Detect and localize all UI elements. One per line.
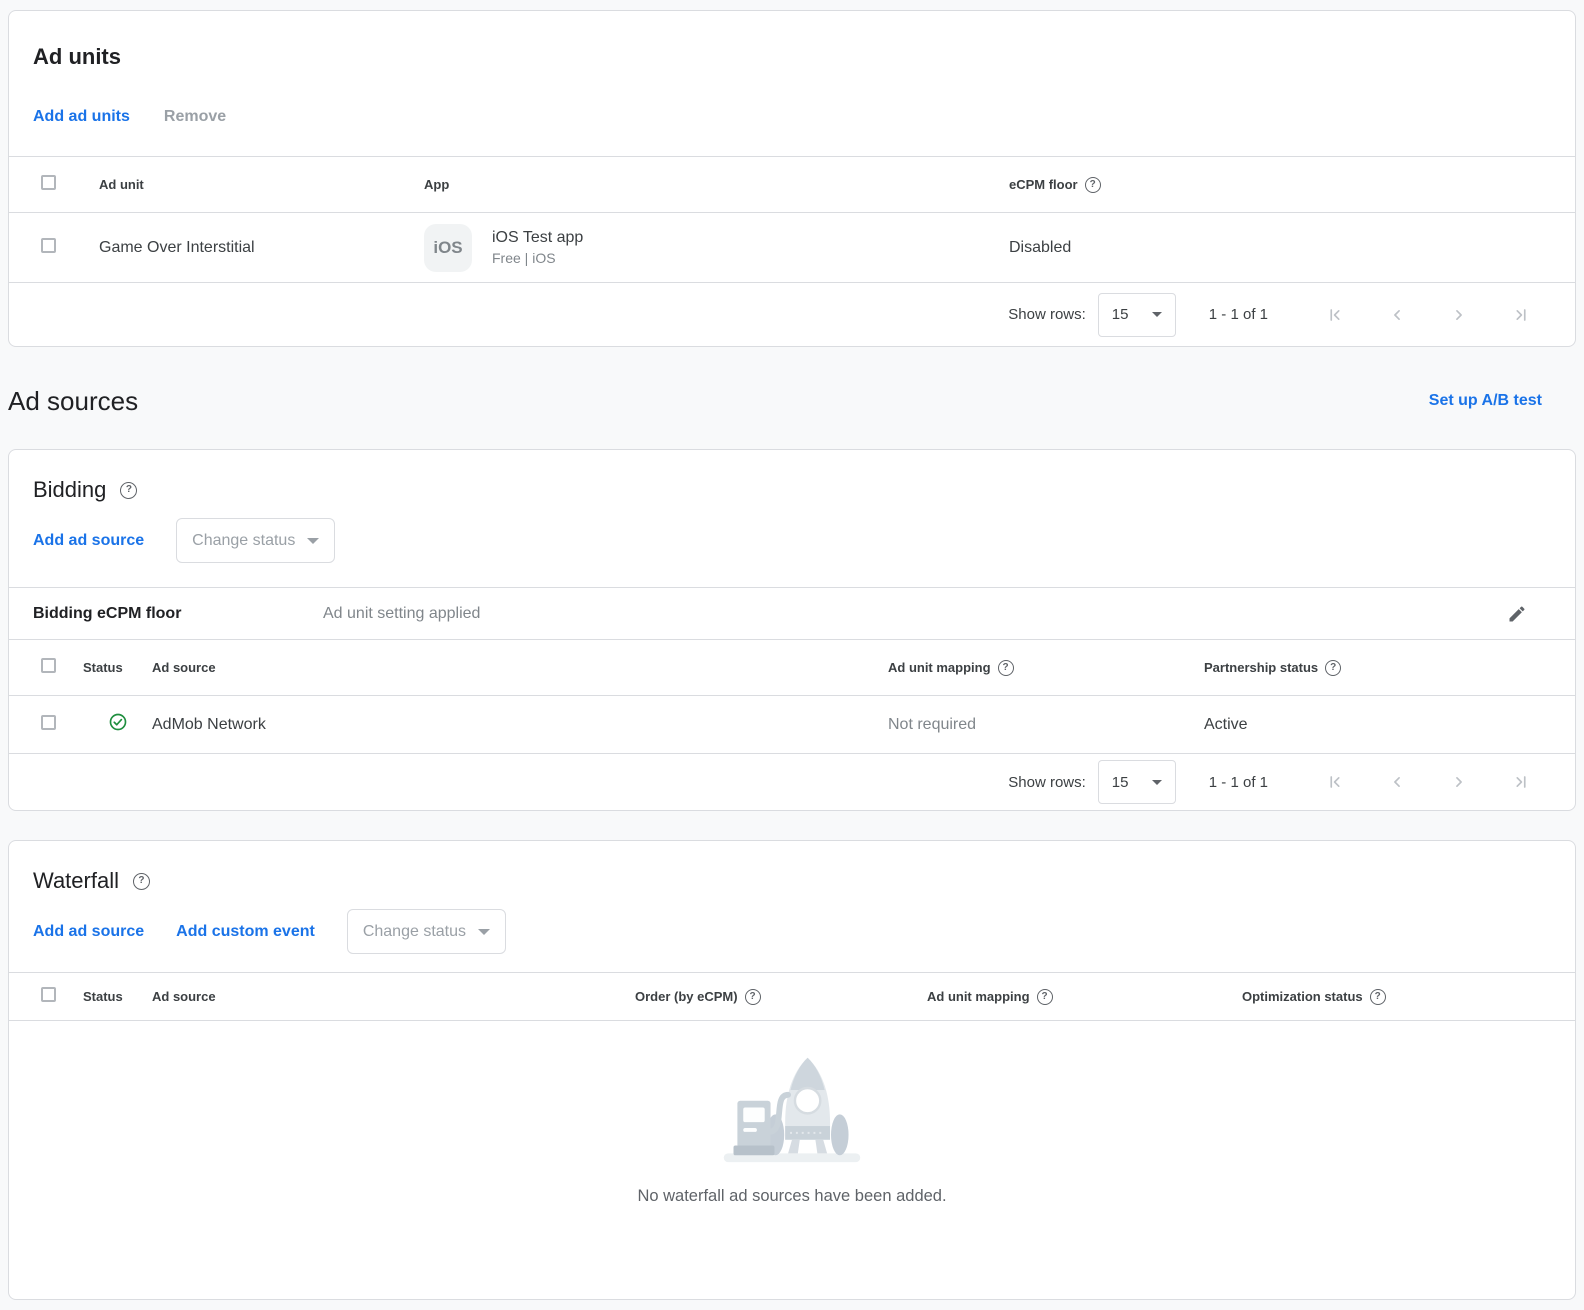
chevron-down-icon: [307, 538, 319, 544]
remove-button[interactable]: Remove: [164, 106, 226, 128]
partnership-status-value: Active: [1204, 716, 1551, 734]
ad-unit-mapping-column-header: Ad unit mapping: [927, 989, 1030, 1004]
waterfall-title-row: Waterfall ?: [9, 841, 1575, 895]
partnership-status-column-header: Partnership status: [1204, 660, 1318, 675]
last-page-button[interactable]: [1511, 305, 1531, 325]
prev-page-button[interactable]: [1387, 305, 1407, 325]
order-column-header: Order (by eCPM): [635, 989, 738, 1004]
help-icon[interactable]: ?: [133, 873, 150, 890]
ad-units-table-header: Ad unit App eCPM floor ?: [9, 156, 1575, 212]
ad-source-column-header: Ad source: [152, 989, 635, 1004]
ecpm-floor-value: Disabled: [1009, 239, 1551, 257]
status-column-header: Status: [83, 660, 152, 675]
select-all-checkbox[interactable]: [41, 658, 56, 673]
ad-unit-name: Game Over Interstitial: [99, 239, 424, 257]
ad-units-title: Ad units: [9, 11, 1575, 70]
chevron-down-icon: [1152, 312, 1162, 317]
row-checkbox[interactable]: [41, 715, 56, 730]
add-bidding-ad-source-button[interactable]: Add ad source: [33, 532, 144, 550]
rocket-fuel-pump-illustration: [714, 1050, 870, 1167]
ad-unit-column-header: Ad unit: [99, 177, 424, 192]
bidding-ecpm-floor-value: Ad unit setting applied: [323, 605, 1507, 623]
add-custom-event-button[interactable]: Add custom event: [176, 923, 315, 941]
help-icon[interactable]: ?: [1085, 177, 1101, 193]
first-page-button[interactable]: [1325, 772, 1345, 792]
ad-unit-mapping-column-header: Ad unit mapping: [888, 660, 991, 675]
bidding-card: Bidding ? Add ad source Change status Bi…: [8, 449, 1576, 811]
status-active-icon: [108, 712, 128, 737]
show-rows-label: Show rows:: [1008, 774, 1086, 791]
waterfall-actions: Add ad source Add custom event Change st…: [9, 909, 1575, 972]
rows-per-page-value: 15: [1112, 306, 1129, 323]
ecpm-floor-column-header: eCPM floor: [1009, 177, 1078, 192]
mediation-page: Ad units Add ad units Remove Ad unit App…: [8, 10, 1576, 1300]
rows-per-page-select[interactable]: 15: [1098, 760, 1176, 804]
add-waterfall-ad-source-button[interactable]: Add ad source: [33, 923, 144, 941]
bidding-title: Bidding: [33, 476, 106, 504]
select-all-checkbox[interactable]: [41, 175, 56, 190]
bidding-table-header: Status Ad source Ad unit mapping ? Partn…: [9, 639, 1575, 695]
bidding-actions: Add ad source Change status: [9, 518, 1575, 563]
status-cell: [83, 712, 152, 737]
ad-sources-header: Ad sources Set up A/B test: [8, 347, 1576, 449]
chevron-down-icon: [1152, 780, 1162, 785]
waterfall-change-status-button[interactable]: Change status: [347, 909, 506, 954]
ios-app-icon: iOS: [424, 224, 472, 272]
bidding-change-status-button[interactable]: Change status: [176, 518, 335, 563]
ad-sources-title: Ad sources: [8, 381, 138, 421]
help-icon[interactable]: ?: [745, 989, 761, 1005]
optimization-status-column-header: Optimization status: [1242, 989, 1363, 1004]
waterfall-title: Waterfall: [33, 867, 119, 895]
prev-page-button[interactable]: [1387, 772, 1407, 792]
help-icon[interactable]: ?: [1325, 660, 1341, 676]
bidding-pagination: Show rows: 15 1 - 1 of 1: [9, 753, 1575, 810]
help-icon[interactable]: ?: [1370, 989, 1386, 1005]
rows-per-page-value: 15: [1112, 774, 1129, 791]
row-checkbox[interactable]: [41, 238, 56, 253]
app-column-header: App: [424, 177, 1009, 192]
page-range: 1 - 1 of 1: [1209, 774, 1268, 791]
ad-source-name: AdMob Network: [152, 716, 888, 734]
ad-units-card: Ad units Add ad units Remove Ad unit App…: [8, 10, 1576, 347]
rows-per-page-select[interactable]: 15: [1098, 293, 1176, 337]
ad-unit-mapping-value: Not required: [888, 716, 1204, 734]
chevron-down-icon: [478, 929, 490, 935]
waterfall-empty-state: No waterfall ad sources have been added.: [9, 1020, 1575, 1299]
bidding-table-row: AdMob Network Not required Active: [9, 695, 1575, 753]
bidding-ecpm-floor-label: Bidding eCPM floor: [33, 605, 323, 623]
help-icon[interactable]: ?: [120, 482, 137, 499]
ad-unit-table-row: Game Over Interstitial iOS iOS Test app …: [9, 212, 1575, 282]
setup-ab-test-link[interactable]: Set up A/B test: [1429, 392, 1542, 410]
app-name: iOS Test app: [492, 229, 583, 247]
add-ad-units-button[interactable]: Add ad units: [33, 106, 130, 128]
help-icon[interactable]: ?: [998, 660, 1014, 676]
change-status-label: Change status: [363, 923, 466, 941]
next-page-button[interactable]: [1449, 772, 1469, 792]
page-range: 1 - 1 of 1: [1209, 306, 1268, 323]
waterfall-card: Waterfall ? Add ad source Add custom eve…: [8, 840, 1576, 1300]
status-column-header: Status: [83, 989, 152, 1004]
select-all-checkbox[interactable]: [41, 987, 56, 1002]
show-rows-label: Show rows:: [1008, 306, 1086, 323]
help-icon[interactable]: ?: [1037, 989, 1053, 1005]
app-cell: iOS iOS Test app Free | iOS: [424, 224, 1009, 272]
ad-source-column-header: Ad source: [152, 660, 888, 675]
app-meta: Free | iOS: [492, 250, 583, 266]
ad-units-pagination: Show rows: 15 1 - 1 of 1: [9, 282, 1575, 346]
change-status-label: Change status: [192, 532, 295, 550]
first-page-button[interactable]: [1325, 305, 1345, 325]
ad-units-actions: Add ad units Remove: [9, 106, 1575, 156]
bidding-title-row: Bidding ?: [9, 450, 1575, 504]
app-info: iOS Test app Free | iOS: [492, 229, 583, 266]
edit-pencil-button[interactable]: [1507, 604, 1531, 624]
empty-state-message: No waterfall ad sources have been added.: [9, 1185, 1575, 1207]
next-page-button[interactable]: [1449, 305, 1469, 325]
waterfall-table-header: Status Ad source Order (by eCPM) ? Ad un…: [9, 972, 1575, 1020]
last-page-button[interactable]: [1511, 772, 1531, 792]
bidding-ecpm-floor-row: Bidding eCPM floor Ad unit setting appli…: [9, 587, 1575, 639]
